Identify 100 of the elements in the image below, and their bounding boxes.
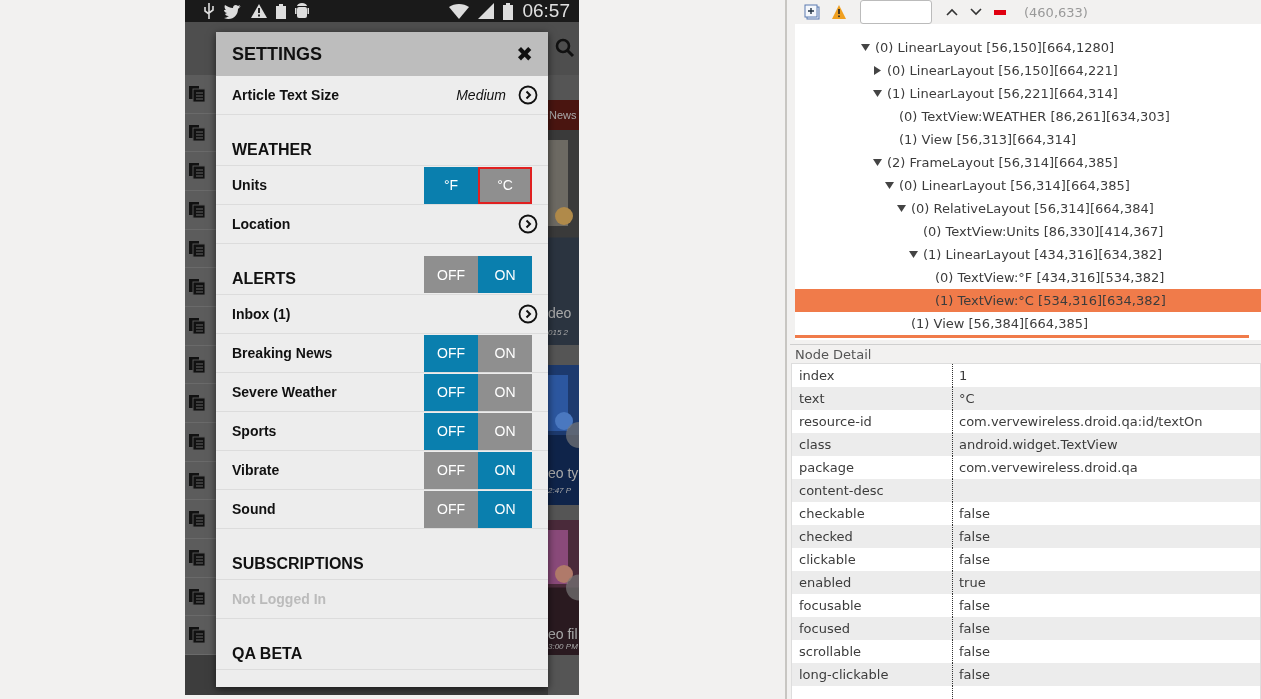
document-icon[interactable]: [189, 472, 205, 489]
close-button[interactable]: ✖: [516, 42, 533, 66]
video-title[interactable]: deo: [548, 305, 572, 321]
tree-item[interactable]: (0) TextView:WEATHER [86,261][634,303]: [795, 105, 1261, 128]
robot-icon: [295, 3, 309, 19]
chevron-icon[interactable]: [518, 85, 538, 105]
toggle-option[interactable]: ON: [478, 451, 532, 489]
property-value: com.vervewireless.droid.qa:id/textOn: [959, 414, 1203, 429]
signal-icon: [478, 3, 495, 19]
tree-item[interactable]: (0) LinearLayout [56,150][664,221]: [795, 59, 1261, 82]
document-icon[interactable]: [189, 356, 205, 373]
search-icon[interactable]: [555, 37, 575, 58]
toggle-option[interactable]: OFF: [424, 334, 478, 372]
expanded-triangle-icon[interactable]: [873, 158, 882, 167]
tree-item[interactable]: (1) View [56,313][664,314]: [795, 128, 1261, 151]
toggle-option[interactable]: OFF: [424, 256, 478, 293]
expanded-triangle-icon[interactable]: [897, 204, 906, 213]
setting-label: Sound: [232, 501, 277, 517]
usb-icon: [203, 3, 215, 19]
tree-item[interactable]: (1) TextView:°C [534,316][634,382]: [795, 289, 1261, 312]
property-value: false: [959, 506, 990, 521]
setting-label: Sports: [232, 423, 278, 439]
tree-item[interactable]: (1) LinearLayout [434,316][634,382]: [795, 243, 1261, 266]
bird-icon: [224, 3, 242, 19]
toggle-option[interactable]: OFF: [424, 412, 478, 450]
tree-item[interactable]: (2) FrameLayout [56,314][664,385]: [795, 151, 1261, 174]
document-icon[interactable]: [189, 240, 205, 257]
document-icon[interactable]: [189, 588, 205, 605]
chevron-icon[interactable]: [518, 214, 538, 234]
property-value: false: [959, 667, 990, 682]
property-name: checked: [792, 525, 953, 548]
tree-item[interactable]: (0) TextView:Units [86,330][414,367]: [795, 220, 1261, 243]
document-icon[interactable]: [189, 279, 205, 296]
document-icon[interactable]: [189, 317, 205, 334]
tree-item[interactable]: (1) View [56,384][664,385]: [795, 312, 1261, 335]
tree-item[interactable]: (0) TextView:°F [434,316][534,382]: [795, 266, 1261, 289]
expanded-triangle-icon[interactable]: [885, 181, 894, 190]
expanded-triangle-icon[interactable]: [873, 89, 882, 98]
property-value: °C: [959, 391, 975, 406]
clock: 06:57: [522, 0, 570, 22]
video-title[interactable]: eo ty: [548, 465, 579, 481]
setting-value: Medium: [456, 87, 506, 103]
setting-label: Location: [232, 216, 292, 232]
property-value: android.widget.TextView: [959, 437, 1118, 452]
dialog-title: SETTINGS: [232, 43, 322, 65]
document-icon[interactable]: [189, 395, 205, 412]
document-icon[interactable]: [189, 433, 205, 450]
property-value: true: [959, 575, 986, 590]
property-name: content-desc: [792, 479, 953, 502]
section-heading: WEATHER: [232, 141, 313, 159]
setting-label: Severe Weather: [232, 384, 338, 400]
property-value: false: [959, 598, 990, 613]
document-icon[interactable]: [189, 124, 205, 141]
document-icon[interactable]: [189, 511, 205, 528]
document-icon[interactable]: [189, 163, 205, 180]
setting-label: Article Text Size: [232, 87, 341, 103]
search-field[interactable]: [860, 0, 932, 24]
property-value: false: [959, 621, 990, 636]
coordinates-text: (460,633): [1024, 4, 1088, 20]
document-icon[interactable]: [189, 627, 205, 644]
toggle-option[interactable]: ON: [478, 412, 532, 450]
tree-item[interactable]: (0) RelativeLayout [56,314][664,384]: [795, 197, 1261, 220]
collapsed-triangle-icon[interactable]: [873, 66, 882, 75]
section-heading: ALERTS: [232, 270, 297, 288]
document-icon[interactable]: [189, 85, 205, 102]
property-value: false: [959, 529, 990, 544]
expand-all-icon[interactable]: [804, 4, 820, 20]
setting-label: Vibrate: [232, 462, 281, 478]
toggle-option[interactable]: ON: [478, 256, 532, 293]
tree-item[interactable]: (1) LinearLayout [56,221][664,314]: [795, 82, 1261, 105]
toggle-option[interactable]: °C: [478, 166, 532, 204]
warning-icon[interactable]: [832, 5, 846, 19]
document-icon[interactable]: [189, 549, 205, 566]
toggle-option[interactable]: °F: [424, 166, 478, 204]
property-value: 1: [959, 368, 968, 383]
tree-item[interactable]: (0) LinearLayout [56,314][664,385]: [795, 174, 1261, 197]
video-date: 2:47 P: [548, 486, 572, 495]
toggle-option[interactable]: ON: [478, 334, 532, 372]
battery-icon: [276, 3, 286, 19]
toggle-option[interactable]: ON: [478, 373, 532, 411]
document-icon[interactable]: [189, 201, 205, 218]
toggle-option[interactable]: OFF: [424, 373, 478, 411]
property-value: false: [959, 644, 990, 659]
down-caret-icon[interactable]: [970, 8, 982, 16]
expanded-triangle-icon[interactable]: [861, 43, 870, 52]
setting-label: Inbox (1): [232, 306, 292, 322]
section-heading: QA BETA: [232, 645, 304, 663]
property-name: long-clickable: [792, 663, 953, 686]
chevron-icon[interactable]: [518, 304, 538, 324]
toggle-option[interactable]: OFF: [424, 451, 478, 489]
toggle-option[interactable]: ON: [478, 490, 532, 528]
toggle-option[interactable]: OFF: [424, 490, 478, 528]
banner-text: News: [548, 109, 577, 121]
minus-icon[interactable]: [994, 9, 1006, 15]
expanded-triangle-icon[interactable]: [909, 250, 918, 259]
setting-label: Breaking News: [232, 345, 334, 361]
tree-item[interactable]: (0) LinearLayout [56,150][664,1280]: [795, 36, 1261, 59]
video-title[interactable]: eo fil: [548, 626, 578, 642]
up-caret-icon[interactable]: [946, 8, 958, 16]
property-name: text: [792, 387, 953, 410]
